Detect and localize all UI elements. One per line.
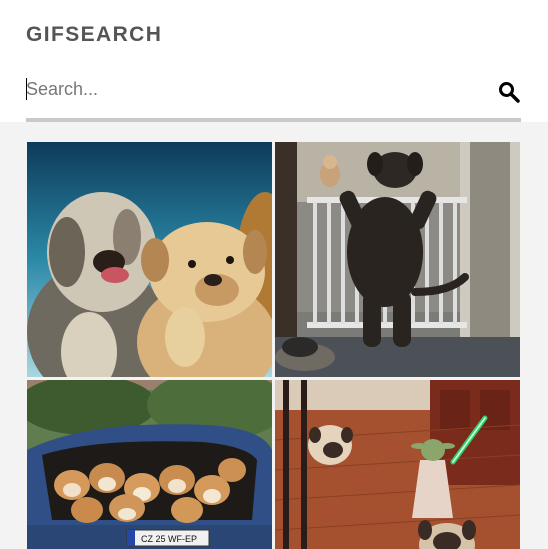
search-icon <box>499 82 520 103</box>
text-caret <box>26 78 27 100</box>
gif-image <box>275 142 520 377</box>
search-input[interactable] <box>26 72 486 106</box>
header: GIFSEARCH <box>0 0 548 122</box>
license-plate-text: CZ 25 WF-EP <box>141 534 197 544</box>
gif-result-dogs-posing[interactable] <box>27 142 272 377</box>
gif-image <box>27 142 272 377</box>
search-bar <box>26 72 521 122</box>
results-grid: CZ 25 WF-EP <box>0 122 548 549</box>
gif-image <box>275 380 520 549</box>
gif-result-puppies-in-trunk[interactable]: CZ 25 WF-EP <box>27 380 272 549</box>
app-root: GIFSEARCH Search... CZ 25 WF-EP <box>0 0 548 549</box>
gif-result-dog-at-gate[interactable] <box>275 142 520 377</box>
gif-image: CZ 25 WF-EP <box>27 380 272 549</box>
gif-result-yoda-and-pugs[interactable] <box>275 380 520 549</box>
search-button[interactable] <box>497 80 521 104</box>
app-title: GIFSEARCH <box>26 23 163 46</box>
